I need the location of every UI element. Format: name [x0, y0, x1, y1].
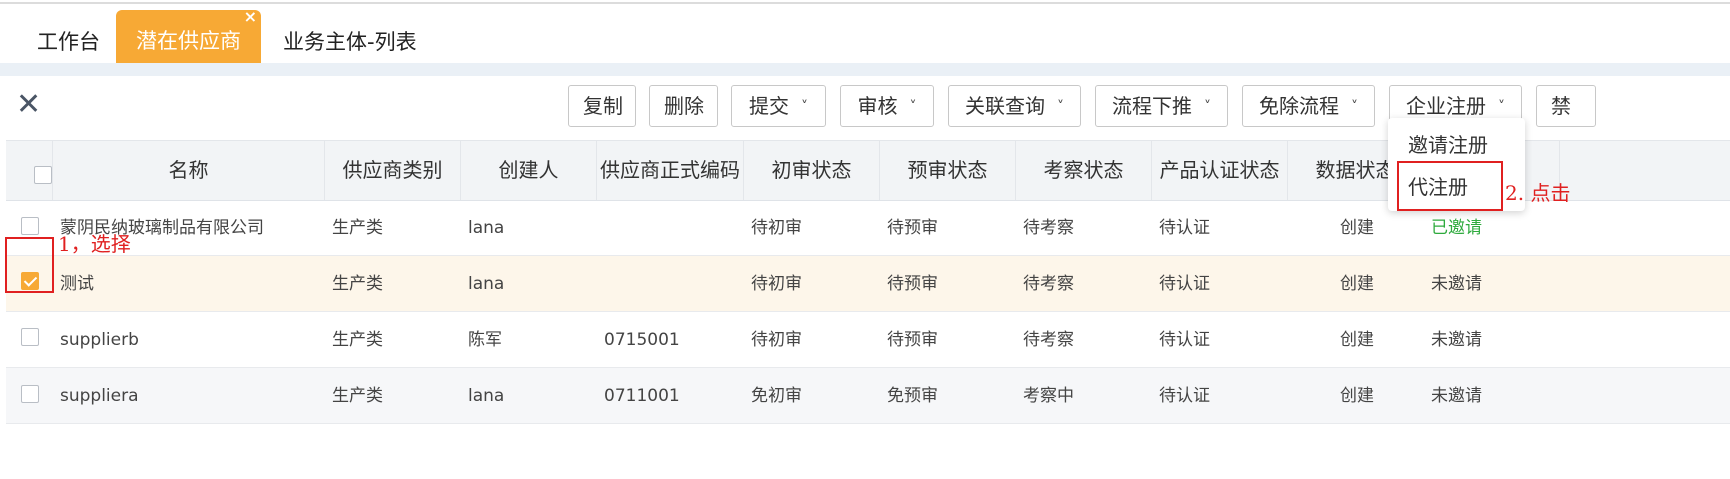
select-all-checkbox[interactable]: [34, 165, 52, 184]
cell-product-cert: 待认证: [1159, 218, 1210, 238]
button-label: 删除: [664, 94, 704, 118]
tab-bar: 工作台 潜在供应商 × 业务主体-列表: [0, 4, 1730, 63]
annotation-highlight-menu-item: [1397, 161, 1503, 211]
cell-name: supplierb: [60, 330, 139, 350]
cell-data-status: 创建: [1340, 386, 1374, 406]
delete-button[interactable]: 删除: [649, 85, 718, 127]
menu-item-invite-register[interactable]: 邀请注册: [1388, 124, 1525, 166]
tab-label: 工作台: [37, 30, 100, 54]
cell-category: 生产类: [332, 218, 383, 238]
column-header-creator[interactable]: 创建人: [461, 141, 597, 200]
button-label: 流程下推: [1112, 94, 1192, 118]
cell-invite-status: 未邀请: [1431, 386, 1482, 406]
header-checkbox-cell: [6, 141, 53, 200]
annotation-step1: 1，选择: [58, 232, 131, 256]
cell-creator: lana: [468, 218, 505, 238]
cell-pre-review: 待预审: [887, 218, 938, 238]
column-header-inspection[interactable]: 考察状态: [1016, 141, 1152, 200]
annotation-step2: 2. 点击: [1505, 181, 1571, 205]
tab-business-entity-list[interactable]: 业务主体-列表: [283, 10, 417, 63]
chevron-down-icon: ˅: [1057, 99, 1064, 115]
cell-inspection: 考察中: [1023, 386, 1074, 406]
cell-initial-review: 待初审: [751, 330, 802, 350]
cell-invite-status: 未邀请: [1431, 274, 1482, 294]
cell-product-cert: 待认证: [1159, 386, 1210, 406]
table-row[interactable]: 测试 生产类 lana 待初审 待预审 待考察 待认证 创建 未邀请: [6, 256, 1730, 312]
close-icon[interactable]: ✕: [16, 90, 41, 120]
column-header-initial-review[interactable]: 初审状态: [744, 141, 880, 200]
tab-workbench[interactable]: 工作台: [37, 10, 100, 63]
cell-name: suppliera: [60, 386, 139, 406]
annotation-highlight-checkbox: [5, 237, 54, 293]
cell-inspection: 待考察: [1023, 218, 1074, 238]
cell-inspection: 待考察: [1023, 330, 1074, 350]
cell-data-status: 创建: [1340, 274, 1374, 294]
cell-initial-review: 待初审: [751, 218, 802, 238]
cell-inspection: 待考察: [1023, 274, 1074, 294]
cell-name: 测试: [60, 274, 94, 294]
table-row[interactable]: suppliera 生产类 lana 0711001 免初审 免预审 考察中 待…: [6, 368, 1730, 424]
button-label: 提交: [749, 94, 789, 118]
column-header-pre-review[interactable]: 预审状态: [880, 141, 1016, 200]
cell-pre-review: 待预审: [887, 330, 938, 350]
button-label: 复制: [583, 94, 623, 118]
cell-invite-status: 未邀请: [1431, 330, 1482, 350]
cell-pre-review: 待预审: [887, 274, 938, 294]
cell-pre-review: 免预审: [887, 386, 938, 406]
cell-initial-review: 免初审: [751, 386, 802, 406]
row-checkbox[interactable]: [21, 217, 39, 235]
related-query-button[interactable]: 关联查询 ˅: [948, 85, 1081, 127]
cell-product-cert: 待认证: [1159, 274, 1210, 294]
cell-data-status: 创建: [1340, 330, 1374, 350]
row-checkbox[interactable]: [21, 328, 39, 346]
chevron-down-icon: ˅: [909, 99, 917, 115]
row-checkbox[interactable]: [21, 385, 39, 403]
tab-close-icon[interactable]: ×: [244, 8, 257, 26]
cell-initial-review: 待初审: [751, 274, 802, 294]
button-label: 关联查询: [965, 94, 1045, 118]
cell-creator: lana: [468, 386, 505, 406]
submit-button[interactable]: 提交 ˅: [731, 85, 826, 127]
cell-creator: 陈军: [468, 330, 502, 350]
column-header-category[interactable]: 供应商类别: [325, 141, 461, 200]
button-label: 禁: [1551, 94, 1571, 118]
button-label: 审核: [857, 94, 898, 118]
chevron-down-icon: ˅: [1351, 99, 1358, 115]
process-push-button[interactable]: 流程下推 ˅: [1095, 85, 1228, 127]
tab-potential-supplier[interactable]: 潜在供应商 ×: [116, 8, 261, 63]
cell-category: 生产类: [332, 330, 383, 350]
cell-product-cert: 待认证: [1159, 330, 1210, 350]
column-header-product-cert[interactable]: 产品认证状态: [1152, 141, 1288, 200]
cell-category: 生产类: [332, 386, 383, 406]
copy-button[interactable]: 复制: [568, 85, 636, 127]
table-row[interactable]: supplierb 生产类 陈军 0715001 待初审 待预审 待考察 待认证…: [6, 312, 1730, 368]
cell-category: 生产类: [332, 274, 383, 294]
cell-formal-code: 0715001: [604, 330, 680, 350]
cell-creator: lana: [468, 274, 505, 294]
column-header-name[interactable]: 名称: [53, 141, 325, 200]
button-label: 企业注册: [1406, 94, 1486, 118]
separator-band: [0, 63, 1730, 76]
cell-formal-code: 0711001: [604, 386, 680, 406]
audit-button[interactable]: 审核 ˅: [840, 85, 934, 127]
disable-button[interactable]: 禁: [1536, 85, 1596, 127]
tab-label: 潜在供应商: [136, 29, 241, 53]
tab-label: 业务主体-列表: [283, 30, 417, 54]
cell-data-status: 创建: [1340, 218, 1374, 238]
chevron-down-icon: ˅: [801, 99, 808, 115]
chevron-down-icon: ˅: [1204, 99, 1211, 115]
button-label: 免除流程: [1259, 94, 1339, 118]
exempt-process-button[interactable]: 免除流程 ˅: [1242, 85, 1375, 127]
column-header-formal-code[interactable]: 供应商正式编码: [597, 141, 744, 200]
